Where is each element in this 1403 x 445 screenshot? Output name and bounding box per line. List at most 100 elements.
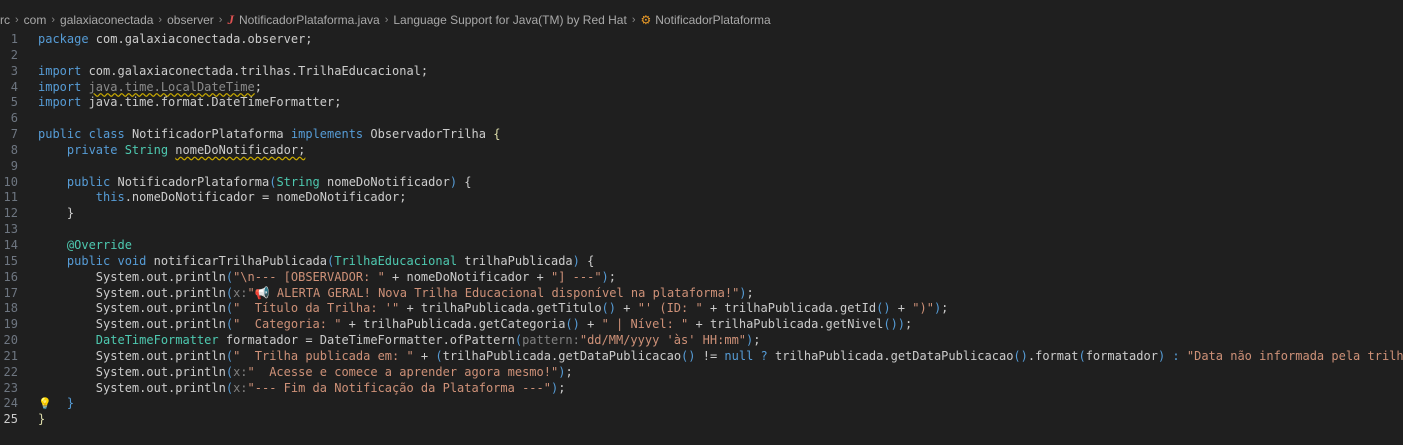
code-token: (	[1078, 348, 1086, 363]
chevron-right-icon: ›	[218, 14, 223, 26]
line-number: 9	[10, 158, 18, 173]
breadcrumb: rc › com › galaxiaconectada › observer ›…	[0, 0, 1403, 32]
code-line[interactable]: import com.galaxiaconectada.trilhas.Tril…	[38, 64, 1403, 80]
code-token: DateTimeFormatter	[95, 333, 226, 348]
code-line[interactable]: import java.time.LocalDateTime;	[38, 80, 1403, 96]
code-token: System.out.println	[38, 285, 226, 300]
code-token: }	[66, 206, 75, 221]
code-line[interactable]: System.out.println(x:"📢 ALERTA GERAL! No…	[38, 286, 1403, 302]
line-number: 14	[3, 237, 18, 252]
code-token: x:	[233, 380, 248, 395]
code-line[interactable]: System.out.println(" Trilha publicada em…	[38, 349, 1403, 365]
code-token: System.out.println	[38, 317, 226, 332]
code-line[interactable]: System.out.println(x:" Acesse e comece a…	[38, 365, 1403, 381]
code-token: (	[225, 380, 234, 395]
code-token: + trilhaPublicada.getTitulo	[399, 301, 602, 316]
code-token: notificarTrilhaPublicada	[153, 253, 327, 268]
code-line[interactable]: System.out.println("\n--- [OBSERVADOR: "…	[38, 270, 1403, 286]
code-token: this	[95, 190, 125, 205]
code-token: (	[225, 285, 234, 300]
code-token: System.out.println	[38, 348, 226, 363]
breadcrumb-item-file[interactable]: NotificadorPlataforma.java	[239, 13, 380, 27]
code-token: @Override	[66, 237, 132, 252]
code-line[interactable]: }	[38, 412, 1403, 428]
code-line[interactable]: package com.galaxiaconectada.observer;	[38, 32, 1403, 48]
code-token: )	[601, 269, 609, 284]
code-token: NotificadorPlataforma	[117, 174, 270, 189]
code-line[interactable]: }	[38, 396, 1403, 412]
code-token: x:	[233, 285, 248, 300]
code-token: trilhaPublicada.getDataPublicacao	[767, 348, 1014, 363]
code-token: NotificadorPlataforma	[131, 127, 291, 142]
code-token: pattern:	[522, 333, 580, 348]
code-token: ")"	[912, 301, 934, 316]
code-token: )	[572, 253, 580, 268]
code-token: System.out.println	[38, 301, 226, 316]
code-line[interactable]: this.nomeDoNotificador = nomeDoNotificad…	[38, 190, 1403, 206]
code-token: ()	[876, 301, 891, 316]
code-token: +	[579, 317, 602, 332]
code-line[interactable]: import java.time.format.DateTimeFormatte…	[38, 95, 1403, 111]
code-token: !=	[695, 348, 725, 363]
code-line[interactable]	[38, 159, 1403, 175]
code-token: " Título da Trilha: '"	[233, 301, 400, 316]
line-number: 8	[10, 142, 18, 157]
code-area[interactable]: package com.galaxiaconectada.observer; i…	[38, 32, 1403, 428]
code-token: " Acesse e comece a aprender agora mesmo…	[247, 364, 559, 379]
code-token: null	[724, 348, 754, 363]
code-line[interactable]	[38, 111, 1403, 127]
code-token: System.out.println	[38, 364, 226, 379]
code-line[interactable]: }	[38, 206, 1403, 222]
code-token: }	[38, 412, 46, 427]
code-token: {	[579, 253, 595, 268]
code-token: System.out.println	[38, 380, 226, 395]
code-token: public	[38, 127, 89, 142]
code-token: TrilhaEducacional	[334, 253, 465, 268]
code-token: }	[66, 396, 75, 411]
line-number: 5	[10, 95, 18, 110]
breadcrumb-item-observer[interactable]: observer	[167, 13, 214, 27]
code-line[interactable]: @Override	[38, 238, 1403, 254]
code-token: ()	[681, 348, 696, 363]
breadcrumb-item-class[interactable]: NotificadorPlataforma	[655, 13, 770, 27]
line-number: 24	[3, 396, 18, 411]
code-editor[interactable]: 1 2 3 4 5 6 7 8 9 10 11 12 13 14 15 16 17 18 19 20 21 22 23 24 2…	[0, 32, 1403, 445]
breadcrumb-item-language-support[interactable]: Language Support for Java(TM) by Red Hat	[393, 13, 626, 27]
code-token: +	[890, 301, 913, 316]
code-line[interactable]: public class NotificadorPlataforma imple…	[38, 127, 1403, 143]
breadcrumb-item-galaxiaconectada[interactable]: galaxiaconectada	[60, 13, 153, 27]
code-token: ;	[746, 285, 754, 300]
code-line[interactable]: DateTimeFormatter formatador = DateTimeF…	[38, 333, 1403, 349]
line-number: 20	[3, 333, 18, 348]
code-line[interactable]: System.out.println(" Título da Trilha: '…	[38, 301, 1403, 317]
line-number: 17	[3, 285, 18, 300]
code-line[interactable]: System.out.println(x:"--- Fim da Notific…	[38, 381, 1403, 397]
code-token: public	[66, 253, 118, 268]
breadcrumb-item-src[interactable]: rc	[0, 13, 10, 27]
code-line[interactable]: private String nomeDoNotificador;	[38, 143, 1403, 159]
code-token: String	[124, 142, 176, 157]
line-number: 21	[3, 348, 18, 363]
code-token: ;	[608, 269, 617, 284]
code-token: ?	[760, 348, 768, 363]
code-line[interactable]	[38, 48, 1403, 64]
line-number: 22	[3, 364, 18, 379]
breadcrumb-item-com[interactable]: com	[24, 13, 47, 27]
code-token: (	[225, 317, 234, 332]
code-line[interactable]	[38, 222, 1403, 238]
code-line[interactable]: public void notificarTrilhaPublicada(Tri…	[38, 254, 1403, 270]
line-number: 11	[3, 190, 18, 205]
code-token: ()	[1013, 348, 1028, 363]
code-token: import	[38, 95, 89, 110]
chevron-right-icon: ›	[631, 14, 636, 26]
code-line[interactable]: public NotificadorPlataforma(String nome…	[38, 175, 1403, 191]
code-token: .nomeDoNotificador = nomeDoNotificador;	[124, 190, 407, 205]
line-number: 1	[10, 32, 18, 46]
code-token: ;	[254, 79, 262, 94]
code-token: "📢 ALERTA GERAL! Nova Trilha Educacional…	[247, 285, 740, 300]
code-token: :	[1172, 348, 1180, 363]
code-line[interactable]: System.out.println(" Categoria: " + tril…	[38, 317, 1403, 333]
